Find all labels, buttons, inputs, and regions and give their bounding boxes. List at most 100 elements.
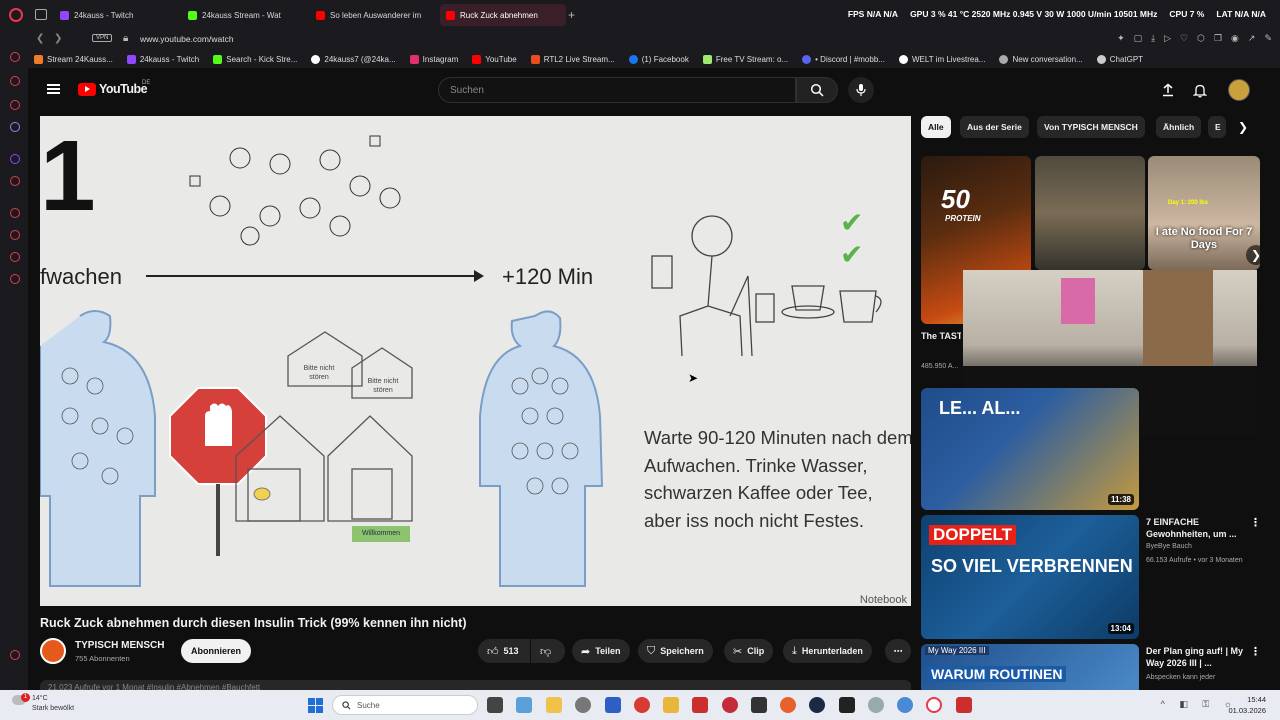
like-button[interactable]: 👍︎ 513 xyxy=(478,639,530,663)
red-app-icon[interactable] xyxy=(634,697,650,713)
rec-title[interactable]: The TAST... High Pro... xyxy=(921,330,961,342)
download-icon[interactable]: ⤓ xyxy=(1151,33,1155,44)
file-explorer-icon[interactable] xyxy=(546,697,562,713)
opera-ai-icon[interactable] xyxy=(10,122,20,132)
profile-icon[interactable]: ◉ xyxy=(1231,33,1239,44)
play-icon[interactable]: ▷ xyxy=(1164,33,1171,44)
tab-kick[interactable]: 24kauss Stream - Wat xyxy=(182,4,308,26)
crypto-icon[interactable] xyxy=(10,252,20,262)
history-icon[interactable] xyxy=(10,230,20,240)
chrome-icon[interactable] xyxy=(897,697,913,713)
aria-icon[interactable] xyxy=(10,52,20,62)
play-icon[interactable] xyxy=(10,208,20,218)
epic-games-icon[interactable] xyxy=(839,697,855,713)
share-icon[interactable]: ↗ xyxy=(1248,33,1256,44)
youtube-logo[interactable]: YouTube xyxy=(78,82,148,96)
chip-all[interactable]: Alle xyxy=(921,116,951,138)
bookmark-item[interactable]: New conversation... xyxy=(999,54,1083,64)
chip-channel[interactable]: Von TYPISCH MENSCH xyxy=(1037,116,1145,138)
clip-button[interactable]: ✂ Clip xyxy=(724,639,774,663)
bookmark-item[interactable]: 24kauss - Twitch xyxy=(126,54,199,64)
bookmark-item[interactable]: Search - Kick Stre... xyxy=(213,54,297,64)
more-vert-icon[interactable]: ⋮ xyxy=(1250,516,1261,529)
back-icon[interactable]: ❮ xyxy=(36,33,44,44)
start-button[interactable] xyxy=(308,698,323,713)
pin-icon[interactable]: ✦ xyxy=(1117,33,1125,44)
rec-title[interactable]: 7 EINFACHE Gewohnheiten, um ... xyxy=(1146,516,1246,540)
share-button[interactable]: ➦ Teilen xyxy=(572,639,630,663)
bookmark-item[interactable]: • Discord | #mobb... xyxy=(802,54,885,64)
bookmark-item[interactable]: (1) Facebook xyxy=(628,54,689,64)
rec-thumbnail[interactable]: Day 1: 200 lbs I ate No food For 7 Days xyxy=(1148,156,1260,270)
rec-thumbnail[interactable]: DOPPELT SO VIEL VERBRENNEN 13:04 xyxy=(921,515,1139,639)
clock[interactable]: 15:44 01.03.2026 xyxy=(1228,694,1266,716)
rec-channel[interactable]: ByeBye Bauch xyxy=(1146,542,1266,552)
bookmark-item[interactable]: Instagram xyxy=(409,54,458,64)
ai-icon[interactable]: ✎ xyxy=(1264,33,1272,44)
snapshot-icon[interactable]: ▢ xyxy=(1134,33,1143,44)
forward-icon[interactable]: ❯ xyxy=(54,33,62,44)
settings-app-icon[interactable] xyxy=(868,697,884,713)
opera-gx-icon[interactable] xyxy=(926,697,942,713)
calculator-icon[interactable] xyxy=(516,697,532,713)
dark-app-icon[interactable] xyxy=(751,697,767,713)
more-vert-icon[interactable]: ⋮ xyxy=(1250,645,1261,658)
description-box[interactable]: 21.023 Aufrufe vor 1 Monat #Insulin #Abn… xyxy=(40,680,911,690)
account-avatar[interactable] xyxy=(1228,79,1250,101)
tool-app-icon[interactable] xyxy=(692,697,708,713)
menu-icon[interactable] xyxy=(47,84,60,94)
v-app-icon[interactable] xyxy=(605,697,621,713)
url-field[interactable]: www.youtube.com/watch xyxy=(140,34,234,44)
steam-icon[interactable] xyxy=(809,697,825,713)
heart-icon[interactable]: ♡ xyxy=(1180,33,1188,44)
chip-similar[interactable]: Ähnlich xyxy=(1156,116,1202,138)
search-input[interactable]: Suchen xyxy=(438,77,796,103)
bookmark-item[interactable]: Free TV Stream: o... xyxy=(702,54,788,64)
workspace-icon[interactable] xyxy=(35,9,47,20)
rec-title[interactable]: Der Plan ging auf! | My Way 2026 III | .… xyxy=(1146,645,1246,669)
taskbar-search[interactable]: Suche xyxy=(332,695,478,715)
media-app-icon[interactable] xyxy=(722,697,738,713)
streaming-app-icon[interactable] xyxy=(956,697,972,713)
vpn-badge[interactable]: VPN xyxy=(92,34,113,42)
bookmark-item[interactable]: 24kauss7 (@24ka... xyxy=(311,54,396,64)
video-player[interactable]: 1 fwachen +120 Min ✔ ✔ Bitte nicht störe… xyxy=(40,116,911,606)
rec-thumbnail[interactable] xyxy=(1035,156,1145,270)
bookmark-icon[interactable] xyxy=(10,76,20,86)
settings-icon[interactable] xyxy=(10,274,20,284)
twitch-sidebar-icon[interactable] xyxy=(10,154,20,164)
bookmark-item[interactable]: WELT im Livestrea... xyxy=(898,54,985,64)
extensions-icon[interactable]: ⬡ xyxy=(1197,33,1205,44)
player-icon[interactable] xyxy=(10,176,20,186)
save-button[interactable]: ⛉ Speichern xyxy=(638,639,713,663)
layered-app-icon[interactable] xyxy=(663,697,679,713)
tab-youtube-auswanderer[interactable]: So leben Auswanderer im xyxy=(310,4,436,26)
chevron-right-icon[interactable]: ❯ xyxy=(1238,120,1248,134)
new-tab-button[interactable]: + xyxy=(568,8,575,22)
copy-icon[interactable]: ❐ xyxy=(1214,33,1222,44)
orange-app-icon[interactable] xyxy=(780,697,796,713)
bookmark-item[interactable]: Stream 24Kauss... xyxy=(34,54,113,64)
system-tray-icons[interactable]: ^ ◧ ⚿ ☼ xyxy=(1161,699,1238,710)
carousel-next-button[interactable]: ❯ xyxy=(1246,245,1266,265)
tab-twitch[interactable]: 24kauss - Twitch xyxy=(54,4,180,26)
chip-series[interactable]: Aus der Serie xyxy=(960,116,1029,138)
dislike-button[interactable]: 👎︎ xyxy=(531,639,565,663)
more-actions-button[interactable]: ⋯ xyxy=(885,639,911,663)
bookmark-item[interactable]: YouTube xyxy=(472,54,517,64)
rec-channel[interactable]: Abspecken kann jeder xyxy=(1146,673,1266,683)
rec-thumbnail[interactable]: My Way 2026 III WARUM ROUTINEN xyxy=(921,644,1139,690)
bookmark-item[interactable]: RTL2 Live Stream... xyxy=(530,54,615,64)
rec-thumbnail[interactable]: LE... AL... 11:38 xyxy=(921,388,1139,510)
opera-logo-icon[interactable] xyxy=(9,8,23,22)
channel-avatar[interactable] xyxy=(40,638,66,664)
gx-icon[interactable] xyxy=(10,650,20,660)
channel-name[interactable]: TYPISCH MENSCH xyxy=(75,640,164,651)
subscribe-button[interactable]: Abonnieren xyxy=(181,639,251,663)
search-button[interactable] xyxy=(796,77,838,103)
tab-youtube-active[interactable]: Ruck Zuck abnehmen xyxy=(440,4,566,26)
chip-more[interactable]: E xyxy=(1208,116,1226,138)
upload-button[interactable] xyxy=(1159,81,1177,99)
notifications-button[interactable] xyxy=(1191,81,1209,99)
extensions-icon[interactable] xyxy=(10,100,20,110)
